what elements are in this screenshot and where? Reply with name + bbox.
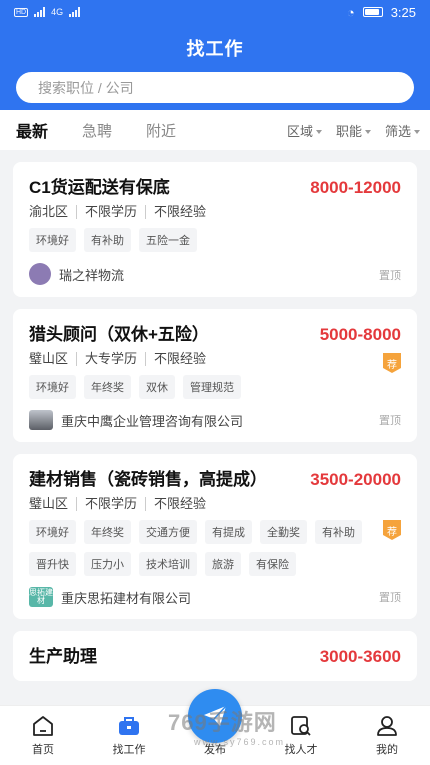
tab-label: 找人才 xyxy=(284,744,318,756)
job-experience: 不限经验 xyxy=(154,351,207,366)
pinned-label: 置顶 xyxy=(379,415,401,427)
job-meta: 璧山区 大专学历 不限经验 xyxy=(29,352,401,366)
job-tag: 有提成 xyxy=(205,520,252,544)
job-title: 建材销售（瓷砖销售，高提成） xyxy=(29,470,267,489)
pinned-label: 置顶 xyxy=(379,270,401,282)
job-tag: 压力小 xyxy=(84,552,131,576)
job-card[interactable]: 猎头顾问（双休+五险） 5000-8000 璧山区 大专学历 不限经验 荐 环境… xyxy=(13,309,417,442)
company-row: 思拓建材 重庆思拓建材有限公司 xyxy=(29,587,401,607)
job-tag: 有补助 xyxy=(84,228,131,252)
data-saver-icon: ◔ xyxy=(346,4,355,20)
job-card[interactable]: 生产助理 3000-3600 xyxy=(13,631,417,681)
job-tag: 年终奖 xyxy=(84,375,131,399)
signal-icon xyxy=(34,7,46,17)
search-input[interactable] xyxy=(38,79,414,96)
job-tag: 环境好 xyxy=(29,375,76,399)
user-icon xyxy=(377,716,397,736)
home-icon xyxy=(33,716,53,736)
carrier-label: HD xyxy=(14,7,29,17)
clock: 3:25 xyxy=(390,4,416,20)
status-bar: HD 4G ◔ 3:25 xyxy=(0,0,430,24)
job-salary: 3500-20000 xyxy=(310,470,401,489)
job-tag: 有保险 xyxy=(249,552,296,576)
job-tag: 环境好 xyxy=(29,520,76,544)
job-education: 不限学历 xyxy=(85,205,147,219)
company-logo xyxy=(29,263,51,285)
tab-label: 首页 xyxy=(32,744,54,756)
tab-urgent[interactable]: 急聘 xyxy=(82,120,112,141)
company-logo xyxy=(29,410,53,430)
job-meta: 渝北区 不限学历 不限经验 xyxy=(29,205,401,219)
network-label: 4G xyxy=(51,7,64,17)
tab-label: 找工作 xyxy=(112,744,146,756)
app-header: HD 4G ◔ 3:25 找工作 xyxy=(0,0,430,110)
job-tag: 有补助 xyxy=(315,520,362,544)
tab-find-talent[interactable]: 找人才 xyxy=(258,706,344,765)
company-name: 瑞之祥物流 xyxy=(59,267,125,283)
tab-label: 发布 xyxy=(204,744,226,756)
job-experience: 不限经验 xyxy=(154,204,207,219)
filter-more-dropdown[interactable]: 筛选 xyxy=(385,121,420,140)
tab-find-job[interactable]: 找工作 xyxy=(86,706,172,765)
job-salary: 8000-12000 xyxy=(310,178,401,197)
job-tag: 五险一金 xyxy=(139,228,197,252)
job-education: 不限学历 xyxy=(85,497,147,511)
tab-label: 我的 xyxy=(376,744,398,756)
filter-bar: 最新 急聘 附近 区域 职能 筛选 xyxy=(0,110,430,150)
tab-mine[interactable]: 我的 xyxy=(344,706,430,765)
job-district: 璧山区 xyxy=(29,352,78,366)
job-meta: 璧山区 不限学历 不限经验 xyxy=(29,497,401,511)
job-tag: 双休 xyxy=(139,375,175,399)
job-title: C1货运配送有保底 xyxy=(29,178,170,197)
job-tags: 环境好 年终奖 双休 管理规范 xyxy=(29,375,401,399)
tab-home[interactable]: 首页 xyxy=(0,706,86,765)
signal-icon-2 xyxy=(69,7,81,17)
job-list: C1货运配送有保底 8000-12000 渝北区 不限学历 不限经验 环境好 有… xyxy=(0,150,430,765)
company-row: 重庆中鹰企业管理咨询有限公司 xyxy=(29,410,401,430)
job-tag: 晋升快 xyxy=(29,552,76,576)
job-tag: 全勤奖 xyxy=(260,520,307,544)
job-tag: 旅游 xyxy=(205,552,241,576)
tab-nearby[interactable]: 附近 xyxy=(146,120,176,141)
company-name: 重庆思拓建材有限公司 xyxy=(61,590,192,606)
page-title: 找工作 xyxy=(186,39,244,59)
company-logo: 思拓建材 xyxy=(29,587,53,607)
paper-plane-icon xyxy=(204,705,227,726)
job-district: 渝北区 xyxy=(29,205,78,219)
job-salary: 3000-3600 xyxy=(319,647,401,666)
job-tag: 管理规范 xyxy=(183,375,241,399)
briefcase-icon xyxy=(119,717,139,735)
job-tags: 环境好 有补助 五险一金 xyxy=(29,228,401,252)
filter-function-dropdown[interactable]: 职能 xyxy=(336,121,371,140)
job-experience: 不限经验 xyxy=(154,496,207,511)
filter-area-dropdown[interactable]: 区域 xyxy=(287,121,322,140)
battery-icon xyxy=(362,7,383,17)
search-resume-icon xyxy=(291,716,311,736)
job-card[interactable]: 建材销售（瓷砖销售，高提成） 3500-20000 璧山区 不限学历 不限经验 … xyxy=(13,454,417,619)
job-tag: 交通方便 xyxy=(139,520,197,544)
job-education: 大专学历 xyxy=(85,352,147,366)
job-title: 生产助理 xyxy=(29,647,97,666)
bottom-tab-bar: 首页 找工作 发布 找人才 我的 769手游网 www.sy769.com xyxy=(0,689,430,765)
tab-latest[interactable]: 最新 xyxy=(16,118,48,142)
search-bar[interactable] xyxy=(16,72,414,103)
job-tags: 环境好 年终奖 交通方便 有提成 全勤奖 有补助 晋升快 压力小 技术培训 旅游… xyxy=(29,520,401,576)
job-salary: 5000-8000 xyxy=(319,325,401,344)
recommend-badge: 荐 xyxy=(383,353,401,373)
company-name: 重庆中鹰企业管理咨询有限公司 xyxy=(61,413,244,429)
job-card[interactable]: C1货运配送有保底 8000-12000 渝北区 不限学历 不限经验 环境好 有… xyxy=(13,162,417,297)
company-row: 瑞之祥物流 xyxy=(29,263,401,285)
job-tag: 年终奖 xyxy=(84,520,131,544)
job-tag: 环境好 xyxy=(29,228,76,252)
pinned-label: 置顶 xyxy=(379,592,401,604)
publish-button[interactable] xyxy=(188,689,242,743)
job-title: 猎头顾问（双休+五险） xyxy=(29,325,209,344)
job-tag: 技术培训 xyxy=(139,552,197,576)
job-district: 璧山区 xyxy=(29,497,78,511)
